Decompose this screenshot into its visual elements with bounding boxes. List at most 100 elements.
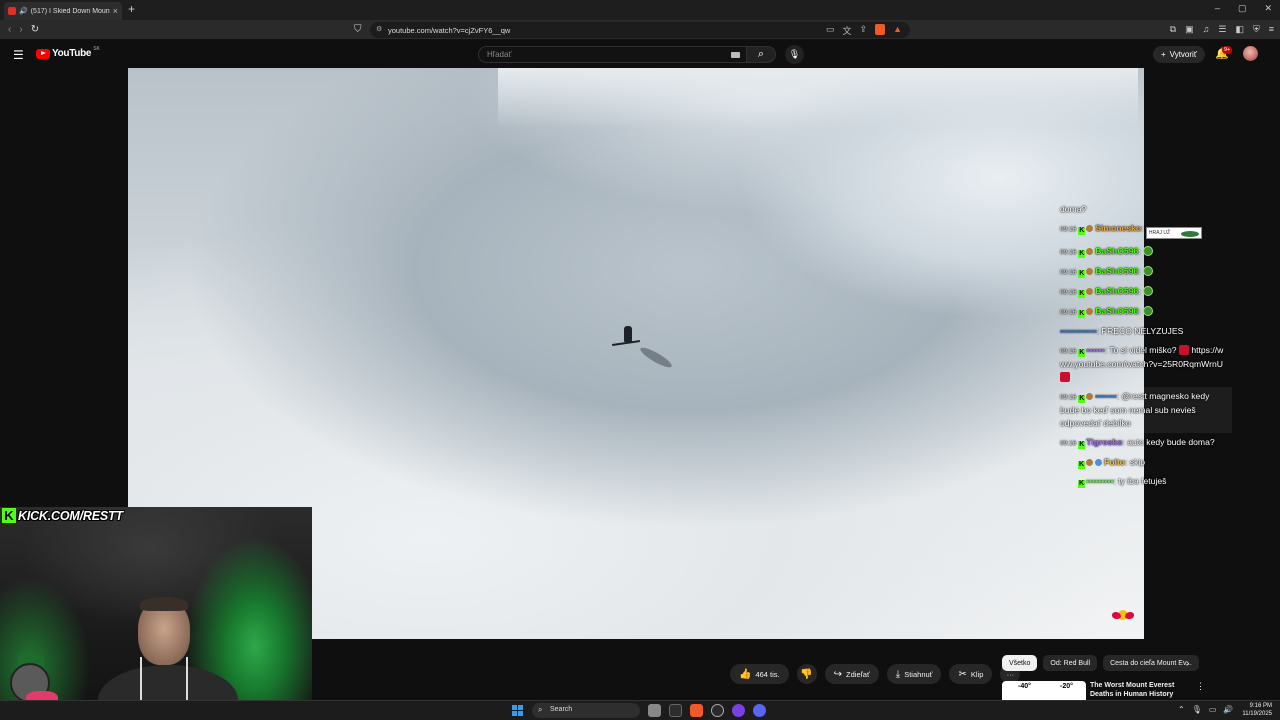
chip-from-red-bull[interactable]: Od: Red Bull [1043, 655, 1098, 671]
youtube-favicon-icon [8, 7, 16, 15]
discord-icon[interactable] [753, 704, 766, 717]
sub-badge-icon [1086, 308, 1094, 315]
browser-tab[interactable]: 🔊 (517) I Skied Down Mount Ev... × [4, 2, 122, 20]
chat-username: BaShO596 [1095, 306, 1139, 316]
taskbar-search-label: Search [550, 706, 573, 713]
tray-chevron-icon[interactable]: ⌃ [1178, 705, 1185, 714]
chat-message: 09:16 K BaShO596: [1056, 282, 1232, 302]
chat-username: Folto [1104, 457, 1125, 467]
sidebar-icon[interactable]: ◧ [1235, 24, 1244, 35]
close-tab-icon[interactable]: × [113, 6, 118, 16]
taskbar-clock[interactable]: 9:16 PM 11/19/2025 [1238, 702, 1272, 718]
menu-icon[interactable]: ≡ [1269, 24, 1274, 35]
chat-text: : PRECO NELYZUJES [1096, 326, 1184, 336]
back-icon[interactable]: ‹ [8, 24, 11, 35]
create-button[interactable]: + Vytvoriť [1153, 46, 1205, 63]
red-bull-logo-icon [1112, 608, 1134, 622]
share-page-icon[interactable]: ⇪ [860, 24, 868, 37]
brave-rewards-icon[interactable]: ▲ [893, 24, 902, 37]
chat-message: 09:16 K BaShO596: [1056, 262, 1232, 282]
wallet-icon[interactable]: ▣ [1185, 24, 1194, 35]
chat-time: 09:16 [1060, 226, 1077, 233]
keyboard-icon[interactable] [731, 52, 740, 58]
clip-button[interactable]: ✂ Klip [949, 664, 993, 684]
brave-shield-icon[interactable] [875, 24, 886, 35]
vpn-icon[interactable]: ⛨ [1253, 24, 1260, 35]
chat-username-obscured: ▪▪▪▪▪▪▪▪▪▪▪▪ [1060, 326, 1097, 336]
chat-username: Tigrosko [1086, 437, 1123, 447]
forward-icon[interactable]: › [19, 24, 22, 35]
taskbar-search[interactable]: ⌕ Search [532, 703, 640, 718]
new-tab-button[interactable]: + [128, 2, 135, 16]
more-vert-icon[interactable]: ⋮ [1196, 681, 1202, 692]
chevron-right-icon[interactable]: › [1186, 658, 1189, 669]
cast-icon[interactable]: ▭ [826, 24, 835, 37]
kick-badge-icon: K [1078, 290, 1086, 298]
avatar[interactable] [1243, 46, 1258, 61]
thumbs-down-icon: 👎 [800, 668, 813, 680]
kick-badge-icon: K [1078, 395, 1086, 403]
recommended-video[interactable]: -40° -20° The Worst Mount Everest Deaths… [1002, 681, 1202, 700]
chip-related[interactable]: Cesta do cieľa Mount Ev... [1103, 655, 1199, 671]
youtube-logo[interactable]: YouTube SK [36, 46, 100, 59]
maximize-button[interactable]: ▢ [1238, 3, 1247, 14]
like-button[interactable]: 👍 464 tis. [730, 664, 789, 684]
minimize-button[interactable]: – [1215, 3, 1220, 14]
mic-tray-icon[interactable]: 🎙 [1192, 705, 1202, 714]
reader-icon[interactable]: ☰ [1218, 24, 1226, 35]
chat-message: 09:16 K Simonesko: HRAJ UŽ [1056, 219, 1232, 242]
media-icon[interactable]: ♫ [1203, 24, 1210, 35]
search-input[interactable]: Hľadať [478, 46, 746, 63]
filter-chips: Všetko Od: Red Bull Cesta do cieľa Mount… [1002, 655, 1199, 671]
windows-start-icon[interactable] [512, 705, 523, 716]
chat-text: : [1138, 286, 1141, 296]
brave-browser-icon[interactable] [690, 704, 703, 717]
share-button[interactable]: ↪ Zdieľať [824, 664, 879, 684]
task-view-icon[interactable] [648, 704, 661, 717]
emote-icon [1143, 246, 1154, 256]
reload-icon[interactable]: ↻ [31, 24, 39, 35]
chat-text: : auto kedy bude doma? [1122, 437, 1215, 447]
chip-all[interactable]: Všetko [1002, 655, 1038, 671]
chat-time: 09:16 [1060, 269, 1077, 276]
chat-message: 09:16 K BaShO596: [1056, 242, 1232, 262]
sub-badge-icon [1086, 393, 1094, 400]
chat-username-obscured: ▪▪▪▪▪▪▪ [1095, 391, 1117, 401]
dislike-button[interactable]: 👎 [796, 664, 817, 684]
snow-ridge [498, 68, 1138, 128]
chat-username-obscured: ▪▪▪▪▪▪▪▪▪ [1086, 476, 1114, 486]
taskbar: ⌕ Search ⌃ 🎙 ▭ 🔊 9:16 PM 11/19/2025 [0, 700, 1280, 720]
extensions-icon[interactable]: ⧉ [1170, 24, 1176, 35]
youtube-play-icon [36, 48, 50, 59]
chat-message: K Folto: skip [1056, 453, 1232, 472]
chat-message: doma? [1056, 200, 1232, 219]
chat-text: : [1138, 246, 1141, 256]
network-icon[interactable]: ▭ [1209, 705, 1217, 714]
download-button[interactable]: ⤓ Stiahnuť [886, 664, 942, 684]
chat-text: : [1138, 306, 1141, 316]
explorer-icon[interactable] [669, 704, 682, 717]
emote-icon [1060, 372, 1070, 382]
thumbs-up-icon: 👍 [739, 668, 752, 680]
translate-icon[interactable]: 文 [843, 24, 852, 37]
kick-badge-icon: K [1078, 349, 1086, 357]
search-button[interactable]: ⌕ [746, 46, 776, 63]
twitch-icon[interactable] [732, 704, 745, 717]
recommended-thumbnail[interactable]: -40° -20° [1002, 681, 1086, 700]
steam-icon[interactable] [711, 704, 724, 717]
tab-title: (517) I Skied Down Mount Ev... [30, 7, 110, 15]
site-info-icon[interactable]: ⚙ [376, 25, 382, 33]
recommended-title[interactable]: The Worst Mount Everest Deaths in Human … [1090, 681, 1182, 699]
close-window-button[interactable]: ✕ [1264, 3, 1272, 14]
plus-icon: + [1161, 50, 1166, 59]
kick-badge-icon: K [1078, 461, 1085, 469]
volume-icon[interactable]: 🔊 [1223, 705, 1233, 714]
chat-message: 09:16 K ▪▪▪▪▪▪▪: @restt magnesko kedy bude… [1056, 387, 1232, 433]
youtube-wordmark: YouTube [52, 48, 92, 59]
clock-time: 9:16 PM [1249, 703, 1272, 709]
bookmark-icon[interactable]: ⛉ [354, 24, 362, 35]
clip-label: Klip [970, 669, 984, 679]
skier-shadow [638, 344, 674, 371]
guide-menu-icon[interactable]: ☰ [13, 48, 24, 62]
voice-search-button[interactable]: 🎙 [785, 45, 804, 64]
